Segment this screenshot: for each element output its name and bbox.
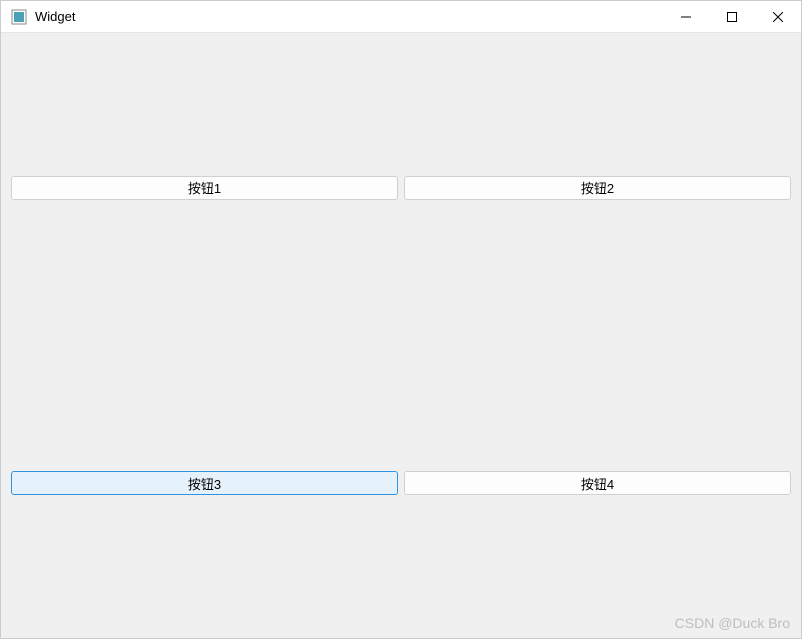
minimize-button[interactable]	[663, 1, 709, 32]
button-3[interactable]: 按钮3	[11, 471, 398, 495]
app-icon	[11, 9, 27, 25]
button-4[interactable]: 按钮4	[404, 471, 791, 495]
titlebar: Widget	[1, 1, 801, 33]
button-1[interactable]: 按钮1	[11, 176, 398, 200]
client-area: 按钮1 按钮2 按钮3 按钮4	[1, 33, 801, 638]
application-window: Widget 按钮1 按钮2 按钮3 按钮4	[0, 0, 802, 639]
close-button[interactable]	[755, 1, 801, 32]
maximize-icon	[727, 12, 737, 22]
window-title: Widget	[35, 9, 663, 24]
minimize-icon	[681, 12, 691, 22]
maximize-button[interactable]	[709, 1, 755, 32]
button-2[interactable]: 按钮2	[404, 176, 791, 200]
close-icon	[773, 12, 783, 22]
window-controls	[663, 1, 801, 32]
